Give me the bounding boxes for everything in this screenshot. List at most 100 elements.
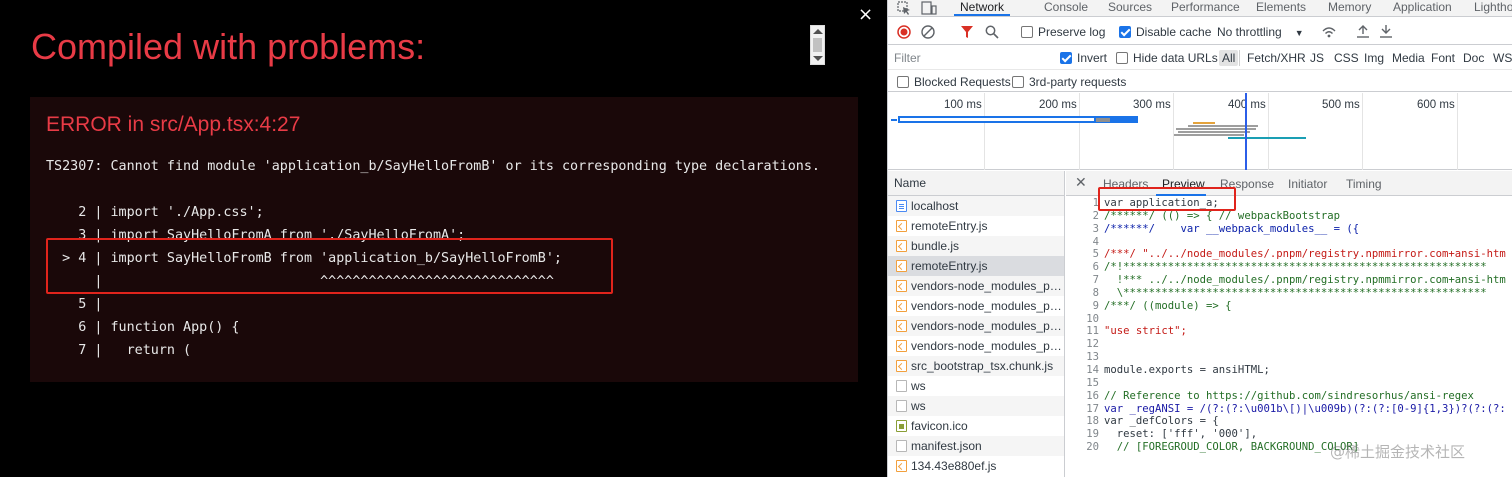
- download-icon[interactable]: [1379, 24, 1393, 39]
- filter-type-ws[interactable]: WS: [1493, 51, 1512, 65]
- response-source-view[interactable]: 1 var application_a; 2/******/ (() => { /…: [1066, 197, 1512, 477]
- tab-application[interactable]: Application: [1393, 0, 1452, 16]
- error-panel: ERROR in src/App.tsx:4:27 TS2307: Cannot…: [30, 97, 858, 382]
- line-text: /***/ "../../node_modules/.pnpm/registry…: [1104, 248, 1506, 261]
- checkbox-icon[interactable]: [1116, 52, 1128, 64]
- line-number: 8: [1092, 286, 1099, 299]
- filter-type-css[interactable]: CSS: [1334, 51, 1359, 65]
- tab-elements[interactable]: Elements: [1256, 0, 1306, 16]
- timeline-overview[interactable]: 100 ms 200 ms 300 ms 400 ms 500 ms 600 m…: [888, 93, 1512, 170]
- request-row[interactable]: ws: [888, 376, 1064, 396]
- request-row[interactable]: vendors-node_modules_pn...: [888, 276, 1064, 296]
- tab-initiator[interactable]: Initiator: [1288, 177, 1327, 191]
- device-toolbar-icon[interactable]: [921, 1, 937, 15]
- waterfall-bar: [891, 119, 897, 121]
- request-name: src_bootstrap_tsx.chunk.js: [911, 359, 1054, 373]
- source-line: 5 /***/ "../../node_modules/.pnpm/registr…: [1066, 248, 1512, 261]
- close-icon[interactable]: ×: [858, 6, 873, 24]
- record-icon[interactable]: [897, 25, 911, 39]
- filter-icon[interactable]: [960, 25, 974, 39]
- inspect-element-icon[interactable]: [897, 1, 911, 15]
- request-row[interactable]: 134.43e880ef.js: [888, 456, 1064, 476]
- request-row[interactable]: bundle.js: [888, 236, 1064, 256]
- filter-input[interactable]: [894, 49, 1044, 67]
- request-name: favicon.ico: [911, 419, 968, 433]
- error-message: TS2307: Cannot find module 'application_…: [46, 159, 820, 174]
- request-rows: localhost remoteEntry.js bundle.js remot…: [888, 196, 1064, 476]
- name-column-header[interactable]: Name: [888, 171, 1064, 196]
- search-icon[interactable]: [985, 25, 999, 39]
- tab-timing[interactable]: Timing: [1346, 177, 1382, 191]
- line-text: /***/ ((module) => {: [1104, 299, 1232, 312]
- source-line: 6 /*!************************************…: [1066, 261, 1512, 274]
- filter-type-img[interactable]: Img: [1364, 51, 1384, 65]
- source-line: 7 !*** ../../node_modules/.pnpm/registry…: [1066, 274, 1512, 287]
- checkbox-icon[interactable]: [1012, 76, 1024, 88]
- checkbox-icon[interactable]: [1021, 26, 1033, 38]
- line-text: reset: ['fff', '000'],: [1104, 428, 1258, 441]
- clear-icon[interactable]: [921, 25, 935, 39]
- line-number: 11: [1086, 325, 1099, 338]
- preserve-log-checkbox[interactable]: Preserve log: [1021, 25, 1105, 39]
- blank-file-icon: [896, 400, 907, 412]
- third-party-checkbox[interactable]: 3rd-party requests: [1012, 75, 1126, 89]
- filter-type-font[interactable]: Font: [1431, 51, 1455, 65]
- request-row[interactable]: vendors-node_modules_pn...: [888, 296, 1064, 316]
- request-row[interactable]: remoteEntry.js: [888, 216, 1064, 236]
- invert-label: Invert: [1077, 51, 1108, 65]
- request-row[interactable]: vendors-node_modules_pn...: [888, 316, 1064, 336]
- code-line: 5 |: [46, 297, 103, 312]
- source-line: 12: [1066, 338, 1512, 351]
- tab-lighthouse[interactable]: Lighthouse: [1474, 0, 1512, 16]
- request-row[interactable]: ws: [888, 396, 1064, 416]
- request-detail: ✕ Headers Preview Response Initiator Tim…: [1066, 171, 1512, 477]
- request-row[interactable]: vendors-node_modules_pn...: [888, 336, 1064, 356]
- timeline-tick: 100 ms: [944, 99, 982, 111]
- request-row[interactable]: localhost: [888, 196, 1064, 216]
- filter-type-fetch-xhr[interactable]: Fetch/XHR: [1247, 51, 1306, 65]
- waterfall-bar: [1178, 131, 1250, 133]
- scroll-up-icon[interactable]: [813, 29, 823, 34]
- line-number: 16: [1086, 389, 1099, 402]
- wifi-icon[interactable]: [1321, 24, 1337, 40]
- hide-data-urls-checkbox[interactable]: Hide data URLs: [1116, 51, 1218, 65]
- tab-memory[interactable]: Memory: [1328, 0, 1371, 16]
- line-text: /******/ (() => { // webpackBootstrap: [1104, 209, 1340, 222]
- upload-icon[interactable]: [1356, 24, 1370, 39]
- error-line-highlight-box: [46, 238, 613, 294]
- disable-cache-checkbox[interactable]: Disable cache: [1119, 25, 1211, 39]
- invert-checkbox[interactable]: Invert: [1060, 51, 1107, 65]
- tab-sources[interactable]: Sources: [1108, 0, 1152, 16]
- tab-performance[interactable]: Performance: [1171, 0, 1240, 16]
- request-row[interactable]: favicon.ico: [888, 416, 1064, 436]
- tab-network[interactable]: Network: [954, 0, 1011, 16]
- request-list: Name localhost remoteEntry.js bundle.js …: [888, 171, 1065, 477]
- throttling-select[interactable]: No throttling ▼: [1217, 25, 1304, 40]
- request-name: 134.43e880ef.js: [911, 459, 997, 473]
- timeline-tick: 600 ms: [1417, 99, 1455, 111]
- tab-console[interactable]: Console: [1044, 0, 1088, 16]
- request-name: remoteEntry.js: [911, 219, 988, 233]
- close-icon[interactable]: ✕: [1075, 174, 1087, 191]
- checkbox-icon[interactable]: [897, 76, 909, 88]
- filter-type-media[interactable]: Media: [1392, 51, 1425, 65]
- overlay-scrollbar[interactable]: [810, 25, 825, 65]
- script-icon: [896, 320, 907, 332]
- checkbox-checked-icon[interactable]: [1119, 26, 1131, 38]
- checkbox-checked-icon[interactable]: [1060, 52, 1072, 64]
- grid-line: [1268, 93, 1269, 170]
- line-number: 5: [1092, 248, 1099, 261]
- request-row[interactable]: src_bootstrap_tsx.chunk.js: [888, 356, 1064, 376]
- request-row-selected[interactable]: remoteEntry.js: [888, 256, 1064, 276]
- filter-type-all[interactable]: All: [1219, 50, 1239, 66]
- blocked-requests-checkbox[interactable]: Blocked Requests: [897, 75, 1011, 89]
- scroll-down-icon[interactable]: [813, 56, 823, 61]
- filter-type-js[interactable]: JS: [1310, 51, 1324, 65]
- devtools-tab-bar: Network Console Sources Performance Elem…: [888, 0, 1512, 17]
- line-text: !*** ../../node_modules/.pnpm/registry.n…: [1104, 274, 1506, 287]
- filter-type-doc[interactable]: Doc: [1463, 51, 1484, 65]
- source-line: 9 /***/ ((module) => {: [1066, 300, 1512, 313]
- scroll-thumb[interactable]: [813, 38, 822, 52]
- line-text: // Reference to https://github.com/sindr…: [1104, 389, 1474, 402]
- request-row[interactable]: manifest.json: [888, 436, 1064, 456]
